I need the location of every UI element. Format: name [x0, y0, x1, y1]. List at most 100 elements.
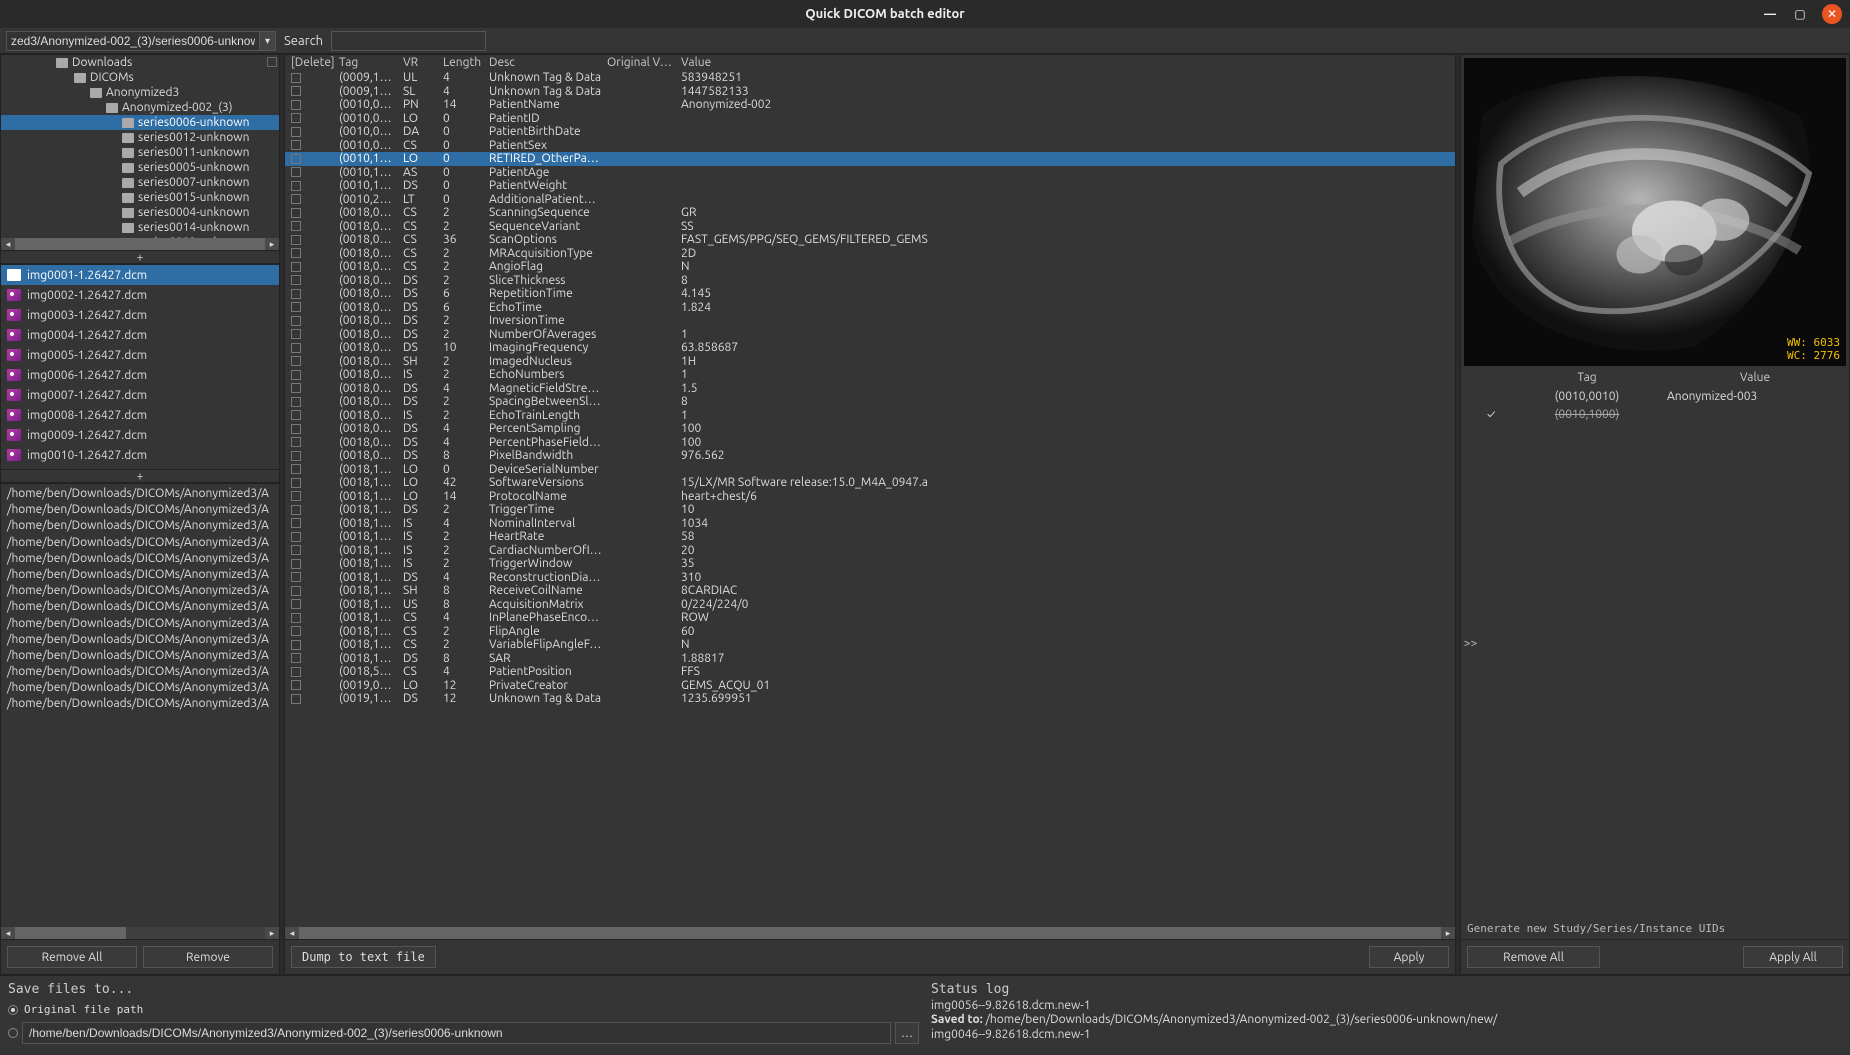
- tree-scrollbar[interactable]: ◂ ▸: [1, 238, 279, 250]
- tag-row[interactable]: (0018,0…IS2EchoNumbers1: [285, 368, 1455, 382]
- tag-row[interactable]: (0018,0…DS4PercentPhaseField…100: [285, 436, 1455, 450]
- pathlist-scrollbar[interactable]: ◂ ▸: [1, 927, 279, 939]
- tag-row[interactable]: (0018,5…CS4PatientPositionFFS: [285, 665, 1455, 679]
- tag-row[interactable]: (0018,0…DS10ImagingFrequency63.858687: [285, 341, 1455, 355]
- tag-row[interactable]: (0019,0…LO12PrivateCreatorGEMS_ACQU_01: [285, 679, 1455, 693]
- delete-checkbox[interactable]: [291, 694, 301, 704]
- file-row[interactable]: img0004-1.26427.dcm: [1, 325, 279, 345]
- tag-row[interactable]: (0018,1…SH8ReceiveCoilName8CARDIAC: [285, 584, 1455, 598]
- delete-checkbox[interactable]: [291, 235, 301, 245]
- path-item[interactable]: /home/ben/Downloads/DICOMs/Anonymized3/A: [7, 616, 273, 632]
- tag-row[interactable]: (0018,1…DS8SAR1.88817: [285, 652, 1455, 666]
- tag-table[interactable]: [Delete] Tag VR Length Desc Original Val…: [285, 55, 1455, 927]
- file-row[interactable]: img0003-1.26427.dcm: [1, 305, 279, 325]
- tag-row[interactable]: (0010,0…PN14PatientNameAnonymized-002: [285, 98, 1455, 112]
- add-file-button[interactable]: +: [1, 469, 279, 483]
- delete-checkbox[interactable]: [291, 410, 301, 420]
- tag-row[interactable]: (0018,0…DS2NumberOfAverages1: [285, 328, 1455, 342]
- delete-checkbox[interactable]: [291, 680, 301, 690]
- apply-all-button[interactable]: Apply All: [1743, 946, 1843, 968]
- delete-checkbox[interactable]: [291, 181, 301, 191]
- file-row[interactable]: img0006-1.26427.dcm: [1, 365, 279, 385]
- delete-checkbox[interactable]: [291, 437, 301, 447]
- delete-checkbox[interactable]: [291, 451, 301, 461]
- delete-checkbox[interactable]: [291, 397, 301, 407]
- delete-checkbox[interactable]: [291, 289, 301, 299]
- remove-all-changes-button[interactable]: Remove All: [1467, 946, 1600, 968]
- change-table[interactable]: Tag Value (0010,0010)Anonymized-003✓(001…: [1481, 369, 1849, 917]
- folder-tree[interactable]: DownloadsDICOMsAnonymized3Anonymized-002…: [1, 55, 279, 250]
- delete-checkbox[interactable]: [291, 208, 301, 218]
- delete-checkbox[interactable]: [291, 653, 301, 663]
- tree-item[interactable]: Downloads: [1, 55, 279, 70]
- tag-row[interactable]: (0018,1…CS4InPlanePhaseEnco…ROW: [285, 611, 1455, 625]
- delete-checkbox[interactable]: [291, 559, 301, 569]
- delete-checkbox[interactable]: [291, 464, 301, 474]
- delete-checkbox[interactable]: [291, 113, 301, 123]
- close-icon[interactable]: ✕: [1822, 4, 1842, 24]
- delete-checkbox[interactable]: [291, 572, 301, 582]
- tag-row[interactable]: (0018,0…CS2SequenceVariantSS: [285, 220, 1455, 234]
- tag-row[interactable]: (0018,1…IS2TriggerWindow35: [285, 557, 1455, 571]
- tag-row[interactable]: (0018,0…DS6EchoTime1.824: [285, 301, 1455, 315]
- delete-checkbox[interactable]: [291, 221, 301, 231]
- change-row[interactable]: ✓(0010,1000): [1481, 405, 1849, 423]
- tag-row[interactable]: (0018,0…CS36ScanOptionsFAST_GEMS/PPG/SEQ…: [285, 233, 1455, 247]
- delete-checkbox[interactable]: [291, 491, 301, 501]
- tree-item[interactable]: series0004-unknown: [1, 205, 279, 220]
- expand-button[interactable]: >>: [1461, 369, 1481, 917]
- delete-checkbox[interactable]: [291, 73, 301, 83]
- path-item[interactable]: /home/ben/Downloads/DICOMs/Anonymized3/A: [7, 632, 273, 648]
- tag-row[interactable]: (0010,1…AS0PatientAge: [285, 166, 1455, 180]
- delete-checkbox[interactable]: [291, 262, 301, 272]
- delete-checkbox[interactable]: [291, 86, 301, 96]
- tag-row[interactable]: (0018,0…DS6RepetitionTime4.145: [285, 287, 1455, 301]
- tree-item[interactable]: series0014-unknown: [1, 220, 279, 235]
- file-row[interactable]: img0002-1.26427.dcm: [1, 285, 279, 305]
- tag-row[interactable]: (0018,0…DS4PercentSampling100: [285, 422, 1455, 436]
- maximize-icon[interactable]: ▢: [1792, 6, 1808, 22]
- file-row[interactable]: img0007-1.26427.dcm: [1, 385, 279, 405]
- tag-row[interactable]: (0018,0…IS2EchoTrainLength1: [285, 409, 1455, 423]
- tag-row[interactable]: (0018,1…LO42SoftwareVersions15/LX/MR Sof…: [285, 476, 1455, 490]
- delete-checkbox[interactable]: [291, 356, 301, 366]
- path-item[interactable]: /home/ben/Downloads/DICOMs/Anonymized3/A: [7, 680, 273, 696]
- tag-row[interactable]: (0018,1…DS2TriggerTime10: [285, 503, 1455, 517]
- save-path-input[interactable]: [22, 1022, 891, 1044]
- chevron-down-icon[interactable]: ▾: [259, 32, 275, 50]
- delete-checkbox[interactable]: [291, 248, 301, 258]
- minimize-icon[interactable]: —: [1762, 6, 1778, 22]
- path-combo[interactable]: ▾: [6, 31, 276, 51]
- tag-row[interactable]: (0019,1…DS12Unknown Tag & Data1235.69995…: [285, 692, 1455, 706]
- tag-row[interactable]: (0018,0…DS2SpacingBetweenSl…8: [285, 395, 1455, 409]
- delete-checkbox[interactable]: [291, 505, 301, 515]
- delete-checkbox[interactable]: [291, 640, 301, 650]
- tag-row[interactable]: (0018,1…CS2VariableFlipAngleF…N: [285, 638, 1455, 652]
- tag-row[interactable]: (0010,2…LT0AdditionalPatient…: [285, 193, 1455, 207]
- tree-item[interactable]: Anonymized3: [1, 85, 279, 100]
- delete-checkbox[interactable]: [291, 599, 301, 609]
- tag-row[interactable]: (0009,1…UL4Unknown Tag & Data583948251: [285, 71, 1455, 85]
- delete-checkbox[interactable]: [291, 424, 301, 434]
- tree-item[interactable]: Anonymized-002_(3): [1, 100, 279, 115]
- tag-row[interactable]: (0018,0…CS2AngioFlagN: [285, 260, 1455, 274]
- tag-row[interactable]: (0018,1…US8AcquisitionMatrix0/224/224/0: [285, 598, 1455, 612]
- browse-icon[interactable]: …: [895, 1022, 919, 1044]
- tag-row[interactable]: (0018,1…CS2FlipAngle60: [285, 625, 1455, 639]
- dump-button[interactable]: Dump to text file: [291, 946, 436, 968]
- delete-checkbox[interactable]: [291, 613, 301, 623]
- tag-row[interactable]: (0018,1…IS2HeartRate58: [285, 530, 1455, 544]
- delete-checkbox[interactable]: [291, 100, 301, 110]
- path-item[interactable]: /home/ben/Downloads/DICOMs/Anonymized3/A: [7, 648, 273, 664]
- tag-row[interactable]: (0018,0…DS2SliceThickness8: [285, 274, 1455, 288]
- path-item[interactable]: /home/ben/Downloads/DICOMs/Anonymized3/A: [7, 518, 273, 534]
- tag-row[interactable]: (0018,0…CS2MRAcquisitionType2D: [285, 247, 1455, 261]
- tree-item[interactable]: series0007-unknown: [1, 175, 279, 190]
- tag-row[interactable]: (0018,0…SH2ImagedNucleus1H: [285, 355, 1455, 369]
- tree-item[interactable]: series0006-unknown: [1, 115, 279, 130]
- delete-checkbox[interactable]: [291, 154, 301, 164]
- tag-row[interactable]: (0010,1…LO0RETIRED_OtherPa…: [285, 152, 1455, 166]
- file-row[interactable]: img0008-1.26427.dcm: [1, 405, 279, 425]
- path-item[interactable]: /home/ben/Downloads/DICOMs/Anonymized3/A: [7, 502, 273, 518]
- delete-checkbox[interactable]: [291, 329, 301, 339]
